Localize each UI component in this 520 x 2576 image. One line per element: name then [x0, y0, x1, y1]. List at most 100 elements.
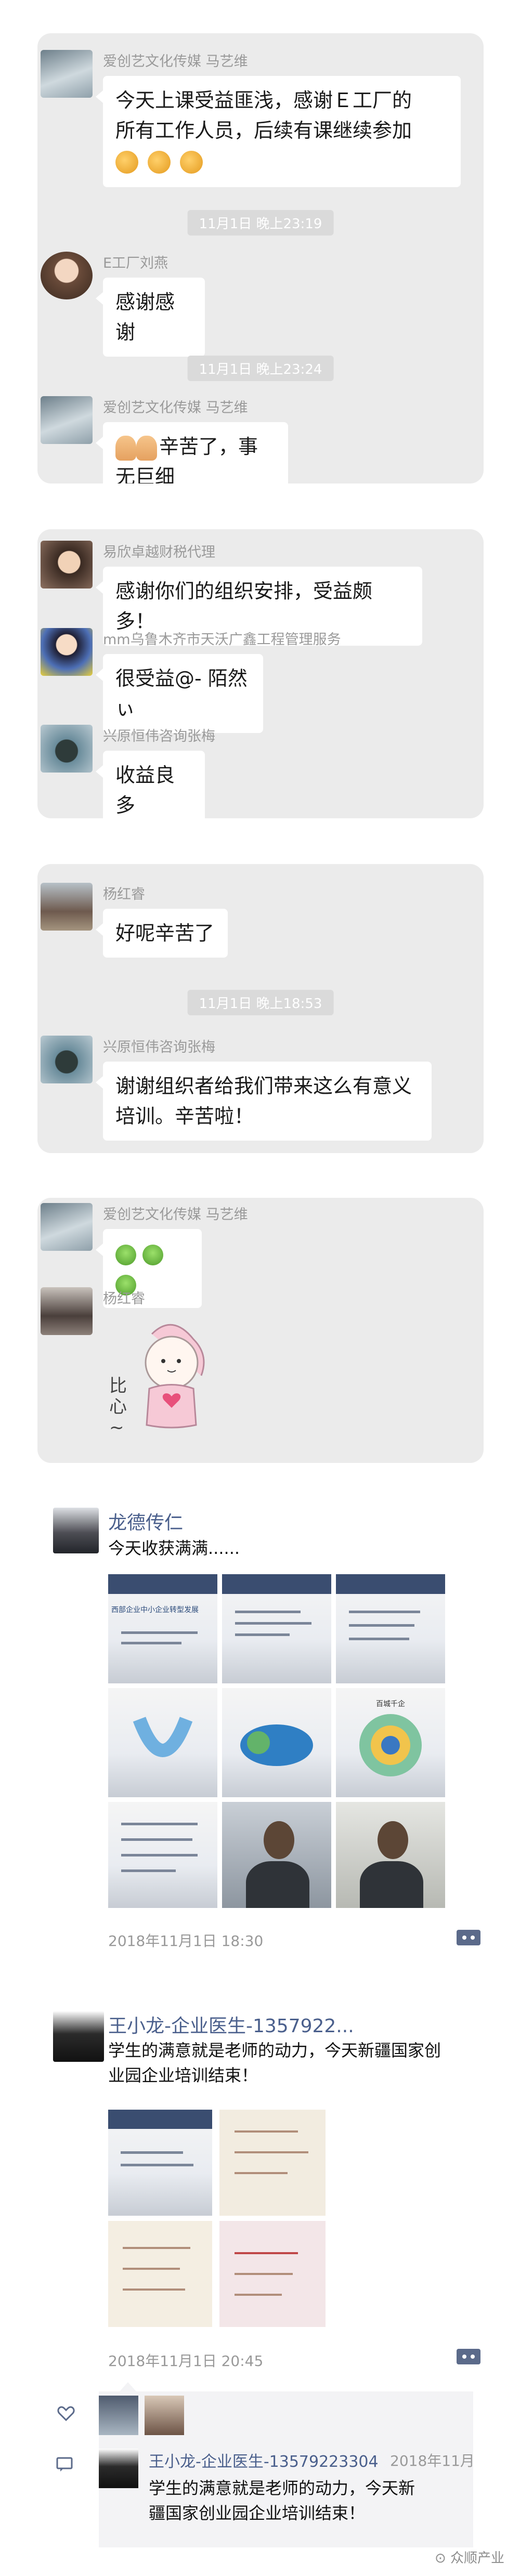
like-avatar[interactable]	[145, 2396, 184, 2435]
post-time: 2018年11月1日 18:30	[108, 1932, 264, 1950]
message-bubble[interactable]: 好呢辛苦了	[96, 909, 228, 958]
photo-thumbnail[interactable]: 西部企业中小企业转型发展	[108, 1574, 217, 1683]
photo-thumbnail[interactable]	[219, 2110, 326, 2216]
message-text: 收益良多	[115, 764, 175, 817]
doc-line	[234, 2294, 282, 2296]
message-text: 好呢辛苦了	[115, 922, 215, 945]
photo-grid: 西部企业中小企业转型发展 百城千企	[108, 1574, 445, 1908]
slide-line	[235, 1622, 312, 1625]
emoji-row	[115, 146, 448, 176]
avatar[interactable]	[41, 1287, 93, 1335]
message-bubble[interactable]: 今天上课受益匪浅，感谢Ｅ工厂的 所有工作人员，后续有课继续参加	[96, 76, 461, 187]
avatar[interactable]	[41, 252, 93, 299]
slide-header	[108, 2110, 212, 2129]
message-bubble[interactable]: 辛苦了，事无巨细	[96, 422, 288, 483]
sticker-caption: 比心~	[109, 1376, 127, 1438]
comment-date: 2018年11月	[390, 2452, 475, 2469]
doc-line	[123, 2247, 190, 2249]
photo-thumbnail[interactable]	[108, 2221, 212, 2327]
slide-line	[235, 1611, 301, 1613]
doc-line	[234, 2130, 298, 2133]
comment-avatar[interactable]	[99, 2449, 138, 2488]
chat-card-2: 易欣卓越财税代理 感谢你们的组织安排，受益颇多！ mm乌鲁木齐市天沃广鑫工程管理…	[37, 529, 484, 818]
avatar[interactable]	[41, 883, 93, 931]
message-text: 谢谢组织者给我们带来这么有意义 培训。辛苦啦！	[115, 1075, 412, 1128]
sender-name: 杨红睿	[103, 886, 145, 903]
praying-hands-emoji-icon	[115, 435, 136, 461]
slide-line	[349, 1624, 415, 1627]
moments-post-1: 龙德传仁 今天收获满满...... 西部企业中小企业转型发展 百城千企 2018…	[37, 1508, 495, 1965]
watermark: ⊙ 众顺产业	[434, 2551, 504, 2566]
sender-name: 兴原恒伟咨询张梅	[103, 728, 215, 744]
poster-name[interactable]: 龙德传仁	[108, 1508, 183, 1535]
message-bubble[interactable]: 很受益@- 陌然ぃ	[96, 654, 263, 733]
comment-text: 学生的满意就是老师的动力，今天新 疆国家创业园企业培训结束！	[149, 2478, 415, 2523]
slide-ellipse-icon	[240, 1724, 313, 1766]
sender-name: 爱创艺文化传媒 马艺维	[103, 1207, 248, 1223]
message-bubble[interactable]: 感谢感谢	[96, 278, 205, 357]
avatar[interactable]	[53, 2011, 104, 2062]
comment-author[interactable]: 王小龙-企业医生-13579223304	[149, 2449, 379, 2472]
slide-line	[121, 2151, 183, 2154]
timestamp-pill: 11月1日 晚上23:24	[187, 356, 334, 381]
more-actions-icon[interactable]	[457, 1930, 480, 1945]
avatar[interactable]	[53, 1508, 99, 1553]
slide-line	[349, 1638, 409, 1640]
person-head	[263, 1821, 294, 1860]
praying-hands-emoji-icon	[136, 435, 157, 461]
slide-title: 西部企业中小企业转型发展	[111, 1606, 199, 1614]
photo-grid	[108, 2110, 326, 2327]
like-avatar[interactable]	[99, 2396, 138, 2435]
slide-header	[222, 1574, 331, 1594]
slide-line	[121, 1823, 198, 1825]
avatar[interactable]	[41, 396, 93, 444]
fist-emoji-icon	[180, 150, 203, 174]
photo-thumbnail[interactable]	[219, 2221, 326, 2327]
message-bubble[interactable]: 收益良多	[96, 751, 205, 818]
photo-thumbnail[interactable]	[222, 1688, 331, 1797]
photo-thumbnail[interactable]: 百城千企	[336, 1688, 445, 1797]
chat-card-4: 爱创艺文化传媒 马艺维 杨红睿 比心~	[37, 1198, 484, 1463]
avatar[interactable]	[41, 1036, 93, 1083]
heart-sticker[interactable]: 比心~	[105, 1313, 225, 1438]
slide-center-label: 百城千企	[376, 1700, 405, 1708]
slide-u-chart-icon	[133, 1717, 193, 1757]
doc-line	[123, 2289, 185, 2291]
photo-thumbnail[interactable]	[336, 1574, 445, 1683]
photo-thumbnail[interactable]	[108, 1688, 217, 1797]
avatar[interactable]	[41, 50, 93, 98]
slide-line	[121, 2164, 193, 2166]
frog-emoji-icon	[115, 1244, 136, 1265]
avatar[interactable]	[41, 541, 93, 589]
message-text: 今天上课受益匪浅，感谢Ｅ工厂的 所有工作人员，后续有课继续参加	[115, 89, 412, 142]
poster-name[interactable]: 王小龙-企业医生-1357922...	[108, 2011, 354, 2038]
chat-card-1: 爱创艺文化传媒 马艺维 今天上课受益匪浅，感谢Ｅ工厂的 所有工作人员，后续有课继…	[37, 33, 484, 483]
slide-line	[235, 1633, 290, 1636]
timestamp-pill: 11月1日 晚上18:53	[187, 990, 334, 1015]
avatar[interactable]	[41, 725, 93, 773]
photo-thumbnail[interactable]	[222, 1574, 331, 1683]
sender-name: 易欣卓越财税代理	[103, 544, 215, 560]
slide-line	[121, 1869, 176, 1872]
avatar[interactable]	[41, 1203, 93, 1251]
more-actions-icon[interactable]	[457, 2349, 480, 2364]
sender-name: mm乌鲁木齐市天沃广鑫工程管理服务	[103, 632, 341, 648]
slide-line	[349, 1611, 420, 1613]
photo-thumbnail[interactable]	[108, 1802, 217, 1908]
post-text: 学生的满意就是老师的动力，今天新疆国家创 业园企业培训结束！	[108, 2041, 441, 2085]
sender-name: 爱创艺文化传媒 马艺维	[103, 400, 248, 416]
avatar[interactable]	[41, 628, 93, 676]
sender-name: 杨红睿	[103, 1291, 145, 1307]
post-text: 今天收获满满......	[108, 1538, 240, 1558]
slide-line	[121, 1631, 198, 1634]
fist-emoji-icon	[115, 150, 138, 174]
slide-line	[121, 1838, 192, 1841]
message-bubble[interactable]: 谢谢组织者给我们带来这么有意义 培训。辛苦啦！	[96, 1062, 432, 1141]
photo-thumbnail[interactable]	[336, 1802, 445, 1908]
person-body	[360, 1861, 423, 1908]
sender-name: E工厂刘燕	[103, 255, 168, 271]
photo-thumbnail[interactable]	[108, 2110, 212, 2216]
photo-thumbnail[interactable]	[222, 1802, 331, 1908]
frog-emoji-icon	[142, 1244, 164, 1265]
likes-comments-panel: 王小龙-企业医生-13579223304 2018年11月 学生的满意就是老师的…	[56, 2382, 475, 2547]
